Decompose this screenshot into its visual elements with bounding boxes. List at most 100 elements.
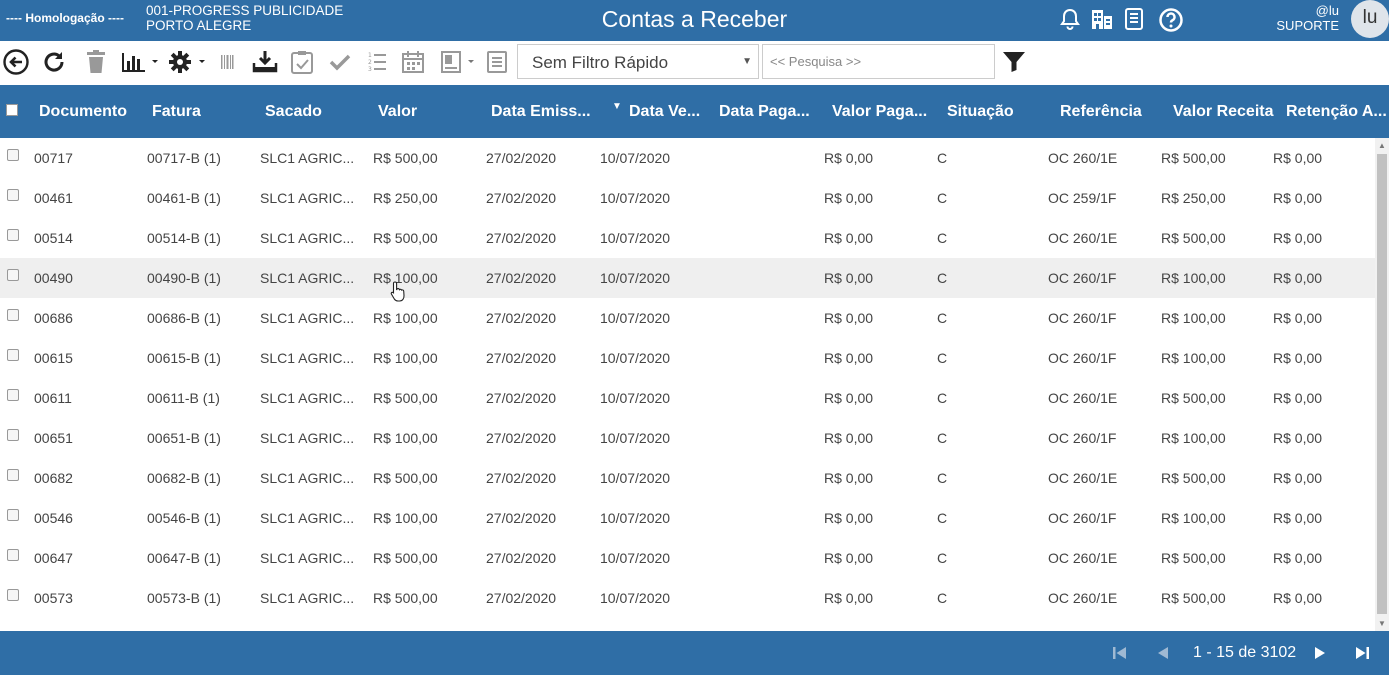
svg-text:1: 1 [368,52,372,59]
chart-icon[interactable] [121,49,161,75]
cell-data-emissao: 27/02/2020 [486,270,557,286]
row-checkbox[interactable] [7,429,19,441]
column-header-fatura[interactable]: Fatura [152,103,201,121]
document-icon[interactable] [1122,7,1148,33]
column-header-data-vencimento[interactable]: Data Ve... [629,103,700,121]
quick-filter-select[interactable]: Sem Filtro Rápido ▼ [517,44,759,79]
table-row[interactable]: 00461 00461-B (1) SLC1 AGRIC... R$ 250,00 27… [0,178,1375,218]
cell-fatura: 00686-B (1) [147,310,221,326]
clipboard-check-icon[interactable] [289,49,317,75]
prev-page-icon[interactable] [1156,645,1170,666]
user-role: SUPORTE [1276,18,1339,33]
table-row[interactable]: 00490 00490-B (1) SLC1 AGRIC... R$ 100,00 27… [0,258,1375,298]
cell-documento: 00546 [34,510,73,526]
row-checkbox[interactable] [7,469,19,481]
user-info[interactable]: @lu SUPORTE [1276,3,1339,33]
cell-referencia: OC 260/1E [1048,150,1118,166]
column-header-documento[interactable]: Documento [39,103,127,121]
cell-data-emissao: 27/02/2020 [486,190,557,206]
cell-fatura: 00546-B (1) [147,510,221,526]
grid-body: 00717 00717-B (1) SLC1 AGRIC... R$ 500,00 27… [0,138,1375,631]
cell-sacado: SLC1 AGRIC... [260,390,355,406]
cell-referencia: OC 259/1F [1048,190,1117,206]
table-row[interactable]: 00682 00682-B (1) SLC1 AGRIC... R$ 500,00 27… [0,458,1375,498]
building-icon[interactable] [1090,7,1116,33]
search-input[interactable] [762,44,995,79]
column-header-retencao[interactable]: Retenção A... [1286,103,1387,121]
cell-valor-pago: R$ 0,00 [824,270,874,286]
cell-documento: 00717 [34,150,73,166]
cell-data-emissao: 27/02/2020 [486,590,557,606]
cell-data-vencimento: 10/07/2020 [600,270,671,286]
cell-data-emissao: 27/02/2020 [486,350,557,366]
first-page-icon[interactable] [1112,645,1128,666]
cell-valor-pago: R$ 0,00 [824,590,874,606]
vertical-scrollbar[interactable]: ▲ ▼ [1375,138,1389,631]
scroll-down-icon[interactable]: ▼ [1378,619,1386,628]
row-checkbox[interactable] [7,549,19,561]
last-page-icon[interactable] [1354,645,1370,666]
column-header-referencia[interactable]: Referência [1060,103,1142,121]
cell-situacao: C [937,390,948,406]
calendar-icon[interactable] [400,49,428,75]
check-icon[interactable] [327,49,355,75]
table-row[interactable]: 00615 00615-B (1) SLC1 AGRIC... R$ 100,00 27… [0,338,1375,378]
scroll-up-icon[interactable]: ▲ [1378,141,1386,150]
cell-valor-receita: R$ 100,00 [1161,310,1226,326]
row-checkbox[interactable] [7,309,19,321]
table-row[interactable]: 00647 00647-B (1) SLC1 AGRIC... R$ 500,00 27… [0,538,1375,578]
column-header-sacado[interactable]: Sacado [265,103,322,121]
table-row[interactable]: 00651 00651-B (1) SLC1 AGRIC... R$ 100,00 27… [0,418,1375,458]
form-icon[interactable] [439,49,479,75]
column-header-valor[interactable]: Valor [378,103,417,121]
cell-retencao: R$ 0,00 [1273,390,1323,406]
row-checkbox[interactable] [7,149,19,161]
cell-fatura: 00573-B (1) [147,590,221,606]
cell-data-vencimento: 10/07/2020 [600,470,671,486]
cell-fatura: 00717-B (1) [147,150,221,166]
cell-fatura: 00611-B (1) [147,390,220,406]
column-header-situacao[interactable]: Situação [947,103,1014,121]
cell-retencao: R$ 0,00 [1273,430,1323,446]
cell-data-vencimento: 10/07/2020 [600,150,671,166]
table-row[interactable]: 00573 00573-B (1) SLC1 AGRIC... R$ 500,00 27… [0,578,1375,618]
table-row[interactable]: 00546 00546-B (1) SLC1 AGRIC... R$ 100,00 27… [0,498,1375,538]
row-checkbox[interactable] [7,389,19,401]
cell-retencao: R$ 0,00 [1273,550,1323,566]
column-header-valor-receita[interactable]: Valor Receita [1173,103,1274,121]
cell-referencia: OC 260/1E [1048,550,1118,566]
row-checkbox[interactable] [7,509,19,521]
list-icon[interactable] [485,49,513,75]
row-checkbox[interactable] [7,349,19,361]
row-checkbox[interactable] [7,229,19,241]
next-page-icon[interactable] [1313,645,1327,666]
refresh-icon[interactable] [41,49,69,75]
cell-valor: R$ 100,00 [373,510,438,526]
scrollbar-thumb[interactable] [1377,154,1387,614]
bell-icon[interactable] [1058,7,1084,33]
download-icon[interactable] [251,49,279,75]
chevron-down-icon: ▼ [742,56,752,67]
barcode-icon[interactable] [218,49,238,75]
avatar[interactable]: lu [1351,0,1389,38]
back-icon[interactable] [3,49,31,75]
column-header-valor-pago[interactable]: Valor Paga... [832,103,927,121]
column-header-data-pagamento[interactable]: Data Paga... [719,103,810,121]
trash-icon[interactable] [84,49,112,75]
column-header-data-emissao[interactable]: Data Emiss... [491,103,591,121]
row-checkbox[interactable] [7,269,19,281]
cell-fatura: 00647-B (1) [147,550,221,566]
table-row[interactable]: 00514 00514-B (1) SLC1 AGRIC... R$ 500,00 27… [0,218,1375,258]
settings-icon[interactable] [168,49,208,75]
row-checkbox[interactable] [7,589,19,601]
row-checkbox[interactable] [7,189,19,201]
table-row[interactable]: 00611 00611-B (1) SLC1 AGRIC... R$ 500,00 27… [0,378,1375,418]
table-row[interactable]: 00717 00717-B (1) SLC1 AGRIC... R$ 500,00 27… [0,138,1375,178]
cell-valor-pago: R$ 0,00 [824,190,874,206]
filter-icon[interactable] [1002,51,1030,77]
cell-valor-pago: R$ 0,00 [824,510,874,526]
list-numbered-icon[interactable]: 123 [364,49,392,75]
help-icon[interactable] [1158,7,1184,33]
select-all-checkbox[interactable] [6,104,18,116]
table-row[interactable]: 00686 00686-B (1) SLC1 AGRIC... R$ 100,00 27… [0,298,1375,338]
